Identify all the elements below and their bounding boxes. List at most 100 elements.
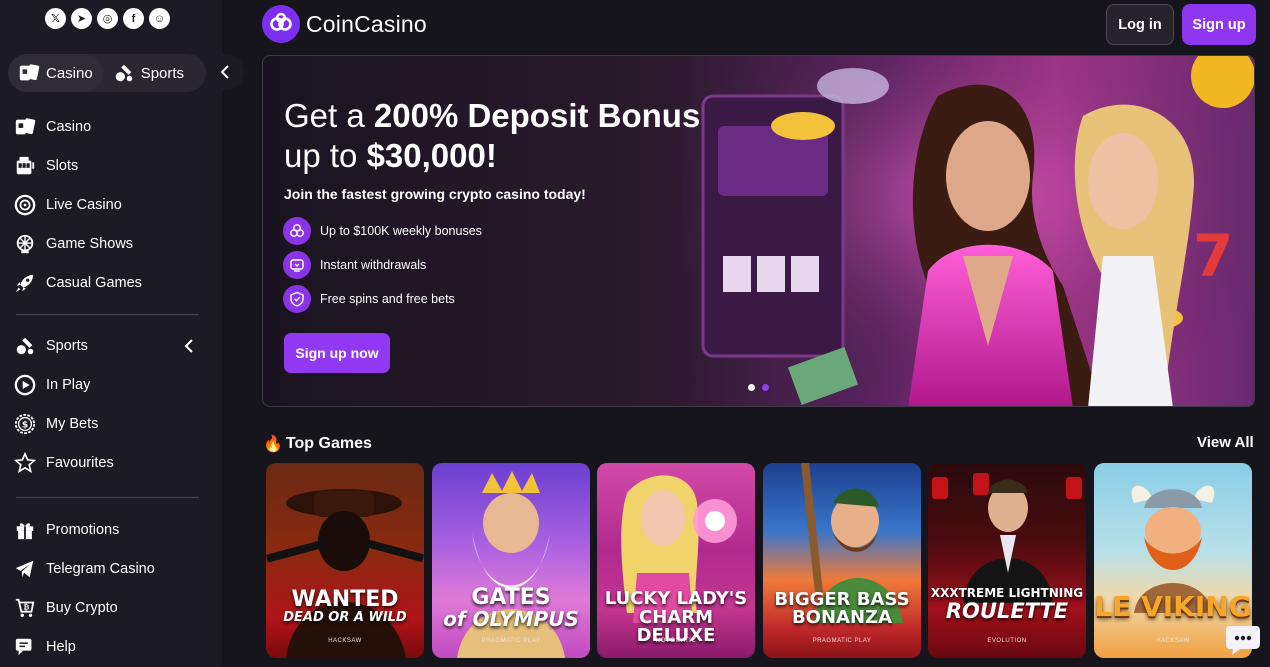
game-thumbnail (932, 473, 1082, 603)
game-card-bigger-bass-bonanza[interactable]: BIGGER BASS BONANZA PRAGMATIC PLAY (763, 463, 921, 658)
sidebar-item-label: Favourites (46, 454, 114, 471)
x-icon[interactable]: 𝕏 (45, 8, 66, 29)
hero-title-bold: 200% Deposit Bonus (373, 97, 701, 134)
carousel-dots (748, 384, 769, 391)
sidebar-item-casual-games[interactable]: Casual Games (12, 263, 212, 302)
chat-support-icon[interactable] (1224, 622, 1262, 658)
misc-nav: Promotions Telegram Casino ₿ Buy Crypto … (12, 511, 212, 666)
coin-dollar-icon: $ (14, 413, 36, 435)
instagram-icon[interactable]: ◎ (97, 8, 118, 29)
game-provider: HACKSAW (328, 638, 362, 644)
hero-title-line2-bold: $30,000! (366, 137, 497, 174)
hero-title-line2-pre: up to (284, 137, 367, 174)
switch-casino-label: Casino (46, 64, 93, 82)
login-button[interactable]: Log in (1106, 4, 1174, 45)
telegram-icon[interactable]: ➤ (71, 8, 92, 29)
discord-icon[interactable]: ☺ (149, 8, 170, 29)
sidebar-item-help[interactable]: Help (12, 627, 212, 666)
wheel-icon (16, 234, 34, 253)
game-provider: NOVOMATIC (655, 638, 697, 644)
roulette-icon (14, 194, 36, 216)
brand-logo[interactable]: CoinCasino (262, 5, 427, 43)
game-card-xxxtreme-lightning-roulette[interactable]: XXXTREME LIGHTNING ROULETTE EVOLUTION (928, 463, 1086, 658)
hero-feature: Instant withdrawals (283, 251, 426, 279)
signup-button[interactable]: Sign up (1182, 4, 1256, 45)
cards-icon (15, 118, 36, 135)
game-card-gates-of-olympus[interactable]: GATES of OLYMPUS PRAGMATIC PLAY (432, 463, 590, 658)
hero-artwork: 7 (683, 56, 1254, 406)
carousel-dot[interactable] (748, 384, 755, 391)
sidebar-item-label: Buy Crypto (46, 599, 118, 616)
sports-nav: Sports In Play $ My Bets Favourites (12, 327, 212, 482)
svg-text:7: 7 (1193, 222, 1233, 290)
game-card-wanted[interactable]: WANTED DEAD OR A WILD HACKSAW (266, 463, 424, 658)
game-title: XXXTREME LIGHTNING (930, 586, 1084, 600)
game-title: GATES (471, 585, 551, 610)
sidebar-item-label: Help (46, 638, 76, 655)
sidebar-item-label: Promotions (46, 522, 120, 539)
sidebar-item-favourites[interactable]: Favourites (12, 443, 212, 482)
sidebar-item-telegram-casino[interactable]: Telegram Casino (12, 550, 212, 589)
game-thumbnail (266, 489, 424, 658)
chevron-left-icon (220, 65, 229, 79)
casino-nav: Casino Slots Live Casino Game Shows Casu… (12, 108, 212, 302)
sidebar-item-slots[interactable]: Slots (12, 147, 212, 186)
withdraw-icon (283, 251, 311, 279)
fire-icon: 🔥 (263, 436, 283, 453)
sidebar-item-my-bets[interactable]: $ My Bets (12, 405, 212, 444)
sidebar-item-label: Game Shows (46, 235, 134, 252)
rocket-icon (15, 274, 34, 292)
switch-casino[interactable]: Casino (8, 54, 103, 92)
sidebar-item-label: Casual Games (46, 274, 142, 291)
game-title: WANTED (291, 587, 399, 612)
game-subtitle: DEAD OR A WILD (283, 610, 407, 625)
game-title: LE VIKING (1094, 590, 1252, 623)
sidebar-item-in-play[interactable]: In Play (12, 366, 212, 405)
hero-title-pre: Get a (284, 97, 374, 134)
game-title: LUCKY LADY'S (604, 588, 748, 609)
sidebar-divider (16, 314, 199, 315)
game-subtitle: BONANZA (791, 607, 893, 628)
top-games-heading: 🔥 Top Games (263, 434, 372, 454)
game-provider: PRAGMATIC PLAY (812, 638, 872, 644)
sidebar-collapse-button[interactable] (206, 54, 244, 90)
play-circle-icon (14, 374, 36, 396)
sidebar-item-label: Live Casino (46, 196, 122, 213)
sidebar-item-game-shows[interactable]: Game Shows (12, 224, 212, 263)
slot-machine-icon (16, 157, 35, 175)
sports-icon (115, 64, 132, 82)
chevron-left-icon[interactable] (184, 339, 194, 353)
hero-banner[interactable]: 7 Get a 200% Deposit Bonus up to $30,000… (262, 55, 1255, 407)
hero-feature-label: Up to $100K weekly bonuses (320, 224, 482, 238)
sidebar-item-buy-crypto[interactable]: ₿ Buy Crypto (12, 589, 212, 628)
game-subtitle: ROULETTE (945, 599, 1069, 623)
sidebar-item-promotions[interactable]: Promotions (12, 511, 212, 550)
sidebar-item-casino[interactable]: Casino (12, 108, 212, 147)
svg-text:$: $ (22, 420, 28, 431)
sidebar-item-label: Telegram Casino (46, 561, 155, 578)
hero-signup-button[interactable]: Sign up now (284, 333, 390, 373)
sports-icon (16, 338, 34, 355)
sidebar-item-sports[interactable]: Sports (12, 327, 212, 366)
hero-feature: Free spins and free bets (283, 285, 455, 313)
hero-feature-label: Instant withdrawals (320, 258, 427, 272)
hero-title: Get a 200% Deposit Bonus up to $30,000! (284, 96, 700, 176)
telegram-icon (15, 560, 34, 578)
cart-bitcoin-icon: ₿ (15, 598, 35, 617)
coincasino-logo-icon (262, 5, 300, 43)
brand-name: CoinCasino (306, 10, 427, 37)
cards-icon (19, 64, 40, 81)
hero-feature: Up to $100K weekly bonuses (283, 217, 482, 245)
game-card-lucky-ladys-charm[interactable]: LUCKY LADY'S CHARM DELUXE NOVOMATIC (597, 463, 755, 658)
facebook-icon[interactable]: f (123, 8, 144, 29)
game-provider: EVOLUTION (987, 638, 1027, 644)
switch-sports-label: Sports (140, 64, 185, 82)
svg-text:₿: ₿ (23, 602, 29, 611)
view-all-link[interactable]: View All (1197, 434, 1254, 451)
sidebar-item-live-casino[interactable]: Live Casino (12, 186, 212, 225)
switch-sports[interactable]: Sports (103, 54, 194, 92)
carousel-dot[interactable] (762, 384, 769, 391)
gift-icon (16, 523, 34, 540)
shield-icon (283, 285, 311, 313)
sidebar-divider (16, 497, 199, 498)
